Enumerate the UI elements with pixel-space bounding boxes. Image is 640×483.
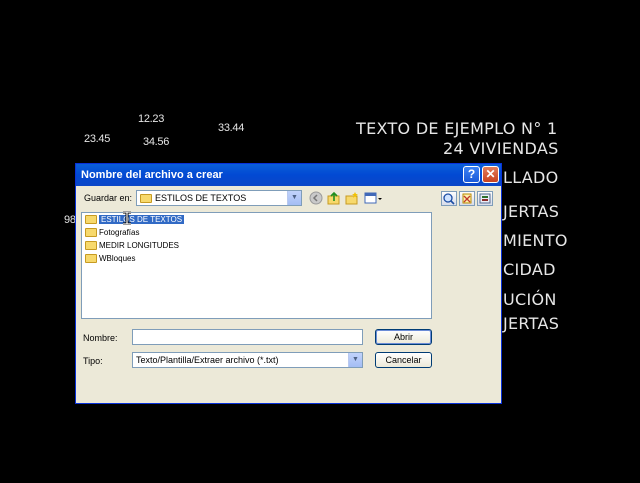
list-item-label: ESTILOS DE TEXTOS — [99, 215, 185, 224]
look-in-dropdown[interactable]: ESTILOS DE TEXTOS ▼ — [136, 190, 302, 206]
background-number: 33.44 — [218, 122, 245, 134]
file-type-label: Tipo: — [83, 356, 103, 366]
background-number: 23.45 — [84, 133, 111, 145]
dialog-titlebar[interactable]: Nombre del archivo a crear ? ✕ — [76, 164, 501, 186]
close-button[interactable]: ✕ — [482, 166, 499, 183]
filename-input[interactable] — [132, 329, 363, 345]
folder-icon — [85, 241, 97, 251]
background-text-line: MIENTO — [503, 231, 568, 250]
up-folder-icon[interactable] — [327, 191, 341, 205]
save-file-dialog: Nombre del archivo a crear ? ✕ Guardar e… — [75, 163, 502, 404]
help-button[interactable]: ? — [463, 166, 480, 183]
folder-icon — [85, 254, 97, 264]
chevron-down-icon[interactable]: ▼ — [287, 191, 301, 205]
list-item-label: MEDIR LONGITUDES — [99, 241, 180, 250]
look-in-label: Guardar en: — [84, 193, 133, 203]
background-text-line: LLADO — [503, 168, 559, 187]
chevron-down-icon[interactable]: ▼ — [348, 353, 362, 367]
new-folder-icon[interactable] — [345, 191, 359, 205]
background-text-line: UCIÓN — [503, 290, 557, 309]
help-icon: ? — [467, 167, 476, 181]
background-text-line: TEXTO DE EJEMPLO N° 1 — [356, 119, 558, 138]
folder-icon — [140, 194, 152, 203]
background-text-line: JERTAS — [503, 314, 560, 333]
close-icon: ✕ — [485, 167, 496, 181]
dialog-title: Nombre del archivo a crear — [81, 169, 223, 181]
views-menu-icon[interactable] — [364, 191, 384, 205]
list-item[interactable]: ESTILOS DE TEXTOS — [85, 214, 185, 226]
file-type-value: Texto/Plantilla/Extraer archivo (*.txt) — [136, 355, 279, 365]
background-number: 12.23 — [138, 113, 165, 125]
folder-icon — [85, 215, 97, 225]
cancel-button[interactable]: Cancelar — [375, 352, 432, 368]
background-text-line: 24 VIVIENDAS — [443, 139, 559, 158]
open-button[interactable]: Abrir — [375, 329, 432, 345]
back-icon[interactable] — [309, 191, 323, 205]
tools-icon[interactable] — [477, 191, 493, 206]
file-type-dropdown[interactable]: Texto/Plantilla/Extraer archivo (*.txt) … — [132, 352, 363, 368]
background-text-line: CIDAD — [503, 260, 556, 279]
list-item-label: WBloques — [99, 254, 136, 263]
background-text-line: JERTAS — [503, 202, 560, 221]
look-in-value: ESTILOS DE TEXTOS — [155, 193, 247, 203]
delete-icon[interactable] — [459, 191, 475, 206]
list-item[interactable]: WBloques — [85, 253, 135, 265]
folder-icon — [85, 228, 97, 238]
list-item-label: Fotografías — [99, 228, 140, 237]
background-number: 34.56 — [143, 136, 170, 148]
filename-label: Nombre: — [83, 333, 118, 343]
file-list[interactable]: ESTILOS DE TEXTOS Fotografías MEDIR LONG… — [81, 212, 432, 319]
search-web-icon[interactable] — [441, 191, 457, 206]
background-number: 98 — [64, 214, 76, 226]
list-item[interactable]: MEDIR LONGITUDES — [85, 240, 179, 252]
list-item[interactable]: Fotografías — [85, 227, 139, 239]
text-cursor-icon — [123, 211, 131, 225]
